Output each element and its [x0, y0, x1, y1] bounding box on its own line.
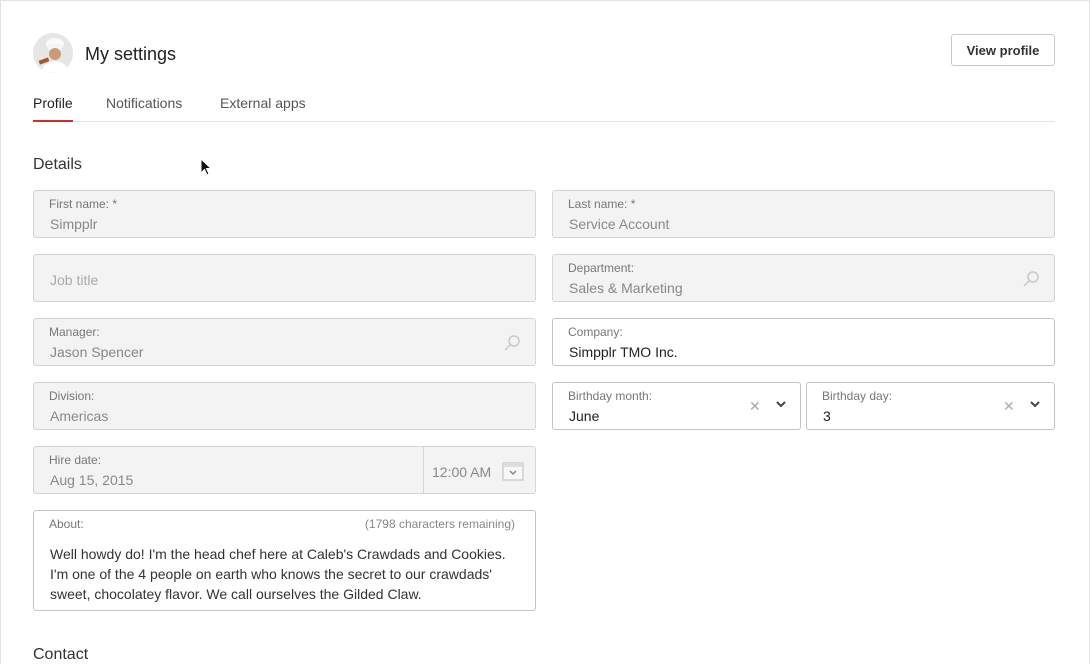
- company-field[interactable]: Company: Simpplr TMO Inc.: [552, 318, 1055, 366]
- about-text: Well howdy do! I'm the head chef here at…: [50, 546, 506, 602]
- division-value: Americas: [50, 408, 109, 424]
- job-title-placeholder: Job title: [50, 272, 99, 288]
- division-label: Division:: [49, 389, 95, 403]
- first-name-field[interactable]: First name: * Simpplr: [33, 190, 536, 238]
- birthday-day-label: Birthday day:: [822, 389, 893, 403]
- page-title: My settings: [85, 44, 177, 64]
- manager-label: Manager:: [49, 325, 100, 339]
- avatar[interactable]: [33, 33, 73, 73]
- hire-time-value: 12:00 AM: [432, 464, 492, 480]
- mouse-cursor-icon: [200, 158, 212, 176]
- hire-date-label: Hire date:: [49, 453, 102, 467]
- close-icon[interactable]: ✕: [1003, 398, 1015, 415]
- hire-time-field[interactable]: 12:00 AM: [423, 446, 536, 494]
- job-title-field[interactable]: Job title: [33, 254, 536, 302]
- last-name-field[interactable]: Last name: * Service Account: [552, 190, 1055, 238]
- about-textarea[interactable]: About: (1798 characters remaining) Well …: [33, 510, 536, 611]
- birthday-month-value: June: [569, 408, 600, 424]
- last-name-value: Service Account: [569, 216, 670, 232]
- department-field[interactable]: Department: Sales & Marketing: [552, 254, 1055, 302]
- tab-profile[interactable]: Profile: [33, 95, 73, 122]
- department-value: Sales & Marketing: [569, 280, 683, 296]
- birthday-day-select[interactable]: Birthday day: 3 ✕: [806, 382, 1055, 430]
- contact-heading: Contact: [33, 646, 89, 663]
- details-heading: Details: [33, 156, 82, 173]
- birthday-month-label: Birthday month:: [568, 389, 653, 403]
- hire-date-field[interactable]: Hire date: Aug 15, 2015: [33, 446, 424, 494]
- first-name-label: First name: *: [49, 197, 118, 211]
- division-field[interactable]: Division: Americas: [33, 382, 536, 430]
- hire-date-value: Aug 15, 2015: [50, 472, 134, 488]
- company-value: Simpplr TMO Inc.: [569, 344, 678, 360]
- close-icon[interactable]: ✕: [749, 398, 761, 415]
- manager-value: Jason Spencer: [50, 344, 144, 360]
- tab-notifications[interactable]: Notifications: [106, 95, 182, 122]
- birthday-month-select[interactable]: Birthday month: June ✕: [552, 382, 801, 430]
- search-icon: [1023, 271, 1039, 287]
- view-profile-button[interactable]: View profile: [951, 34, 1055, 66]
- chevron-down-icon[interactable]: [1028, 397, 1042, 411]
- settings-tabs: Profile Notifications External apps: [33, 85, 1055, 122]
- search-icon: [504, 335, 520, 351]
- manager-field[interactable]: Manager: Jason Spencer: [33, 318, 536, 366]
- chevron-down-icon[interactable]: [774, 397, 788, 411]
- last-name-label: Last name: *: [568, 197, 636, 211]
- birthday-day-value: 3: [823, 408, 831, 424]
- about-label: About:: [49, 517, 84, 531]
- avatar-image: [33, 33, 73, 73]
- tab-external-apps[interactable]: External apps: [220, 95, 306, 122]
- department-label: Department:: [568, 261, 635, 275]
- first-name-value: Simpplr: [50, 216, 98, 232]
- about-char-count: (1798 characters remaining): [364, 517, 515, 531]
- calendar-icon[interactable]: [502, 461, 524, 481]
- company-label: Company:: [568, 325, 623, 339]
